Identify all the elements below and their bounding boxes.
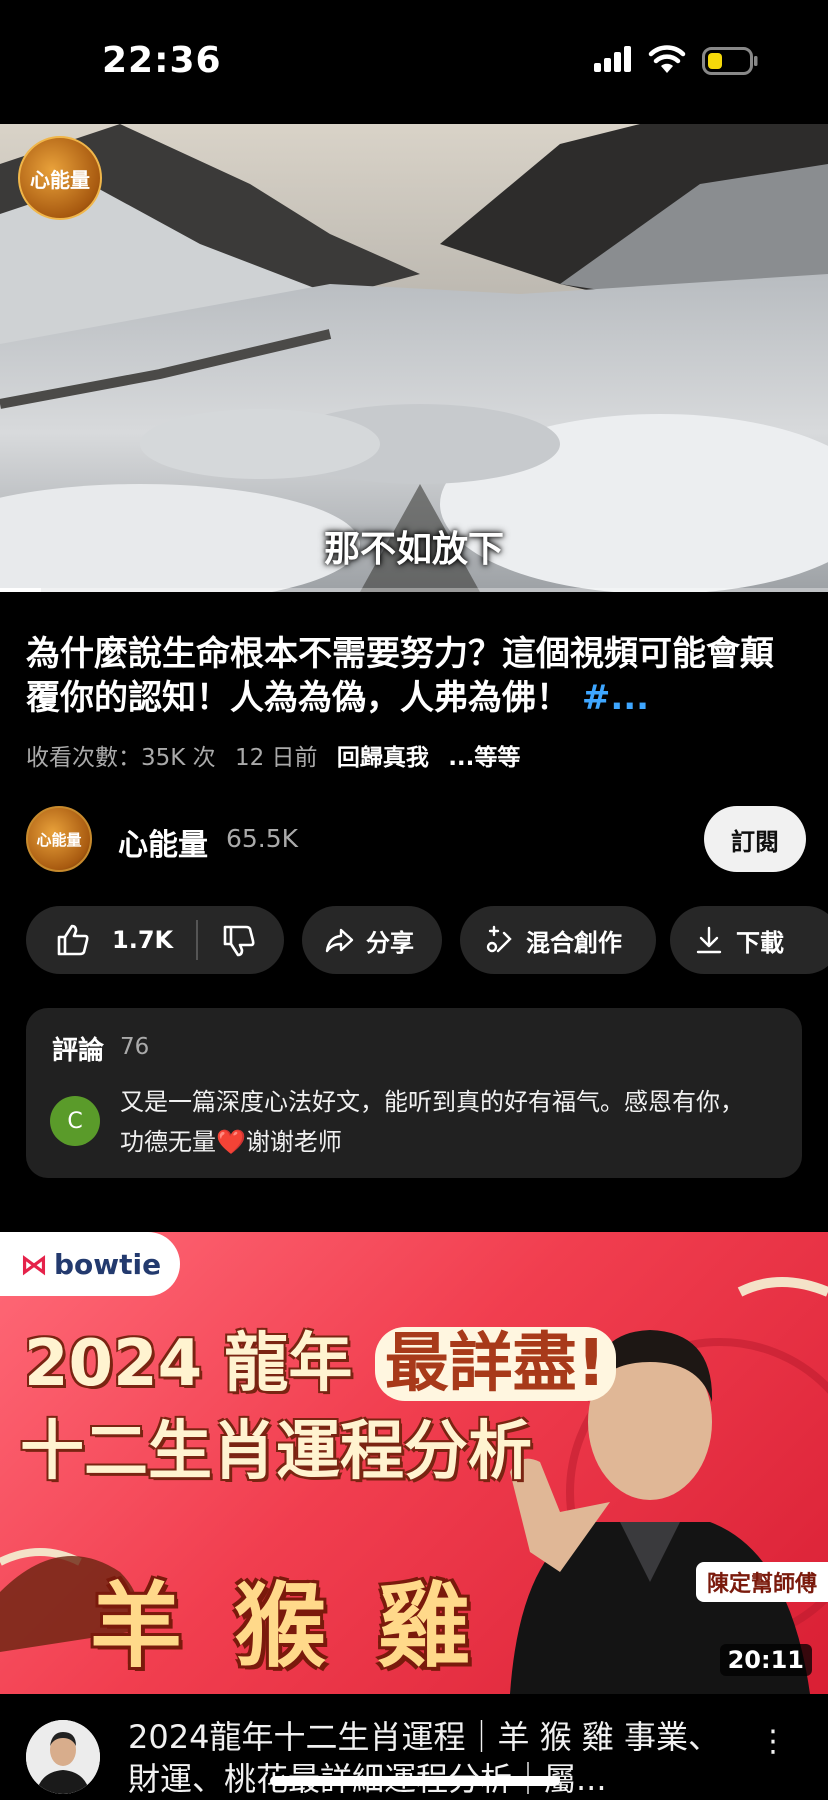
- next-video-channel-avatar[interactable]: [26, 1720, 100, 1794]
- channel-row[interactable]: 心能量 心能量 65.5K 訂閱: [26, 804, 806, 874]
- bowtie-logo-icon: ⋈: [20, 1247, 48, 1281]
- video-caption: 那不如放下: [323, 529, 504, 570]
- top-comment-part-1: 又是一篇深度心法好文，能听到真的好有福气。感恩有你，功德无量: [120, 1088, 744, 1156]
- share-icon: [325, 928, 354, 953]
- upload-age: 12 日前: [234, 745, 318, 771]
- like-dislike-group: 1.7K: [26, 906, 284, 974]
- channel-watermark-logo: 心能量: [18, 136, 102, 220]
- next-video-thumbnail[interactable]: ⋈ bowtie 2024 龍年 最詳盡! 十二生肖運程分析 羊猴雞 陳定幫師傅…: [0, 1232, 828, 1694]
- remix-icon: [486, 925, 512, 953]
- video-title-text: 為什麼說生命根本不需要努力？這個視頻可能會顛覆你的認知！人為為偽，人弗為佛！: [26, 634, 774, 718]
- next-video-title[interactable]: 2024龍年十二生肖運程｜羊 猴 雞 事業、財運、桃花最詳細運程分析｜屬...: [128, 1716, 728, 1800]
- subscriber-count: 65.5K: [226, 824, 299, 853]
- channel-name[interactable]: 心能量: [118, 820, 208, 864]
- bowtie-logo: ⋈ bowtie: [0, 1232, 180, 1296]
- wifi-icon: [648, 45, 686, 73]
- action-bar: 1.7K 分享 混合創作 下載: [26, 906, 828, 974]
- battery-icon: [702, 47, 758, 75]
- share-label: 分享: [366, 928, 414, 957]
- video-progress-bar[interactable]: [0, 588, 828, 592]
- subscribe-button[interactable]: 訂閱: [704, 806, 806, 872]
- remix-label: 混合創作: [526, 928, 622, 957]
- share-button[interactable]: 分享: [302, 906, 442, 974]
- comments-panel[interactable]: 評論 76 C 又是一篇深度心法好文，能听到真的好有福气。感恩有你，功德无量❤️…: [26, 1008, 802, 1178]
- channel-avatar[interactable]: 心能量: [26, 806, 92, 872]
- like-button[interactable]: 1.7K: [26, 923, 173, 957]
- download-label: 下載: [736, 928, 784, 957]
- thumbnail-headline-1: 2024 龍年 最詳盡!: [24, 1312, 616, 1404]
- clock: 22:36: [102, 40, 222, 81]
- thumbnail-headline-2: 十二生肖運程分析: [20, 1415, 532, 1489]
- bowtie-brand: bowtie: [54, 1247, 162, 1281]
- status-bar: 22:36: [0, 0, 828, 124]
- thumbnail-year: 2024 龍年: [24, 1327, 353, 1401]
- video-metadata[interactable]: 收看次數：35K 次 12 日前 回歸真我 ...等等: [26, 738, 532, 772]
- top-comment-text: 又是一篇深度心法好文，能听到真的好有福气。感恩有你，功德无量❤️谢谢老师: [120, 1082, 760, 1162]
- top-comment-part-2: 谢谢老师: [245, 1128, 342, 1156]
- view-count: 收看次數：35K 次: [26, 745, 216, 771]
- comments-header: 評論: [52, 1036, 105, 1066]
- thumbnail-zodiac-signs: 羊猴雞: [90, 1573, 523, 1680]
- thumbs-up-icon: [57, 924, 89, 956]
- comments-count: 76: [120, 1034, 150, 1060]
- thumbnail-highlight: 最詳盡!: [374, 1327, 616, 1401]
- presenter-name-tag: 陳定幫師傅: [696, 1562, 828, 1602]
- like-count: 1.7K: [112, 926, 174, 954]
- commenter-avatar: C: [50, 1096, 100, 1146]
- video-progress-fill: [0, 588, 42, 592]
- video-player[interactable]: 心能量 那不如放下: [0, 124, 828, 592]
- thumbs-down-icon[interactable]: [222, 924, 256, 958]
- video-title-hashtag[interactable]: #...: [582, 678, 649, 718]
- like-divider: [196, 920, 198, 960]
- more-description-link[interactable]: ...等等: [448, 745, 520, 771]
- heart-emoji-icon: ❤️: [216, 1128, 246, 1156]
- channel-avatar-portrait: [26, 1720, 100, 1794]
- video-tag[interactable]: 回歸真我: [337, 745, 429, 771]
- download-icon: [696, 926, 722, 954]
- video-duration-badge: 20:11: [719, 1644, 812, 1676]
- home-indicator[interactable]: [270, 1776, 560, 1786]
- more-options-icon[interactable]: ⋮: [758, 1724, 788, 1759]
- remix-button[interactable]: 混合創作: [460, 906, 656, 974]
- cellular-signal-icon: [594, 46, 631, 72]
- download-button[interactable]: 下載: [670, 906, 828, 974]
- video-title[interactable]: 為什麼說生命根本不需要努力？這個視頻可能會顛覆你的認知！人為為偽，人弗為佛！ #…: [26, 632, 806, 720]
